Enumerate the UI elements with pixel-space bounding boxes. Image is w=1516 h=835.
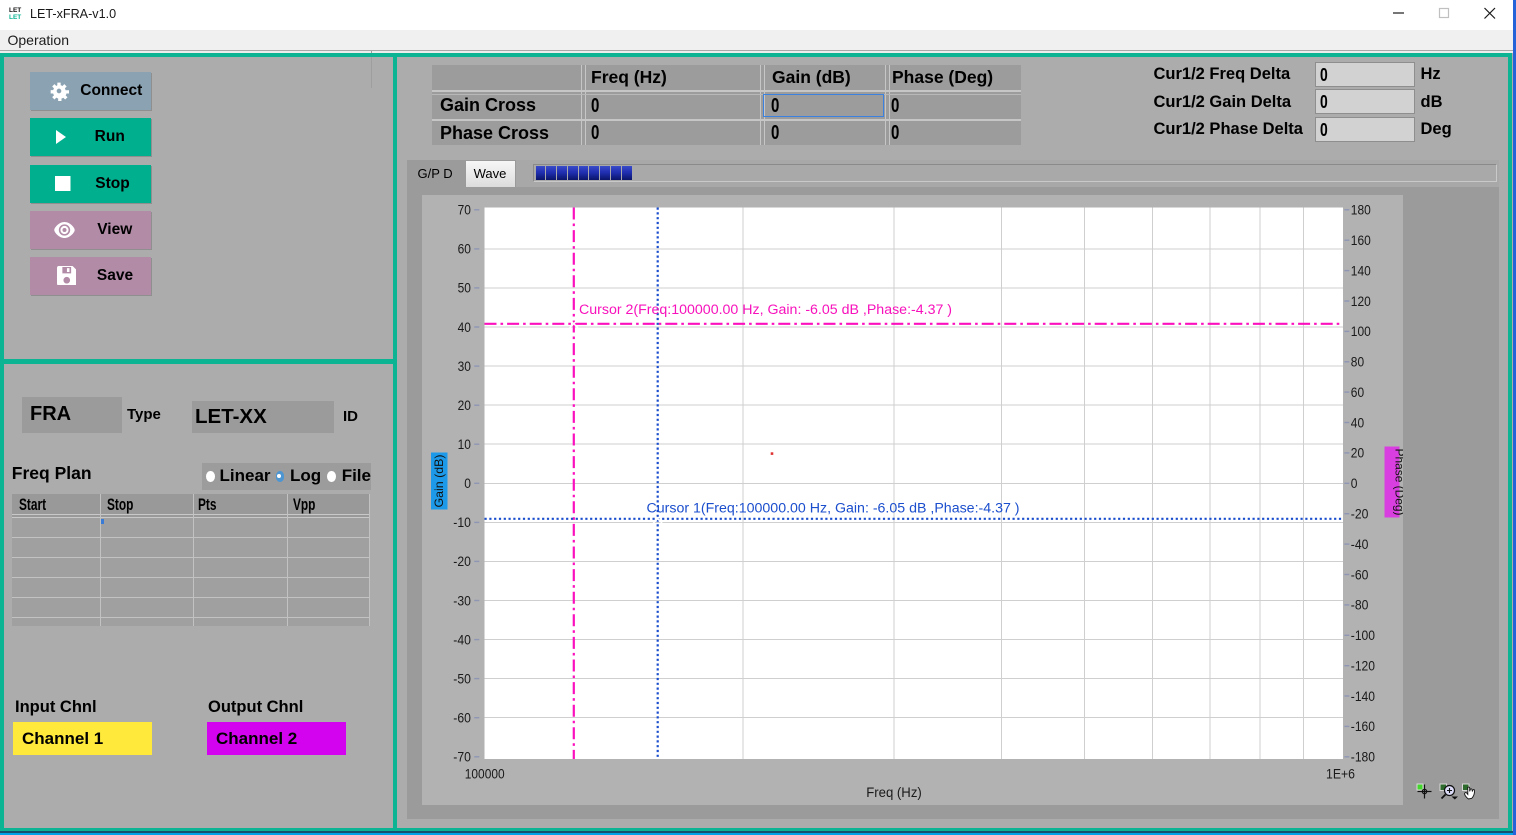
svg-text:-160: -160 (1351, 719, 1375, 734)
svg-text:Phase (Deg): Phase (Deg) (1393, 448, 1404, 515)
svg-text:-40: -40 (453, 632, 471, 647)
svg-text:80: 80 (1351, 354, 1364, 369)
svg-text:-140: -140 (1351, 688, 1375, 703)
svg-text:10: 10 (458, 437, 471, 452)
svg-text:0: 0 (1351, 476, 1358, 491)
svg-text:-70: -70 (453, 749, 471, 764)
svg-text:100000: 100000 (465, 766, 505, 781)
svg-text:-50: -50 (453, 671, 471, 686)
svg-text:40: 40 (1351, 415, 1364, 430)
svg-text:160: 160 (1351, 233, 1371, 248)
svg-text:20: 20 (458, 398, 471, 413)
svg-text:100: 100 (1351, 324, 1371, 339)
svg-text:-30: -30 (453, 593, 471, 608)
svg-text:50: 50 (458, 280, 471, 295)
svg-text:-40: -40 (1351, 536, 1369, 551)
svg-text:-80: -80 (1351, 597, 1369, 612)
svg-text:Gain (dB): Gain (dB) (432, 454, 446, 507)
svg-text:-60: -60 (1351, 567, 1369, 582)
svg-text:-120: -120 (1351, 658, 1375, 673)
svg-text:20: 20 (1351, 445, 1364, 460)
svg-text:LET: LET (9, 7, 21, 14)
svg-text:60: 60 (1351, 384, 1364, 399)
svg-text:70: 70 (458, 202, 471, 217)
svg-text:180: 180 (1351, 202, 1371, 217)
svg-text:30: 30 (458, 358, 471, 373)
svg-text:Freq (Hz): Freq (Hz) (866, 785, 922, 800)
svg-text:-10: -10 (453, 515, 471, 530)
svg-text:140: 140 (1351, 263, 1371, 278)
svg-text:40: 40 (458, 319, 471, 334)
svg-text:Cursor 2(Freq:100000.00 Hz, Ga: Cursor 2(Freq:100000.00 Hz, Gain: -6.05 … (579, 301, 952, 317)
svg-text:LET: LET (9, 14, 21, 21)
svg-text:120: 120 (1351, 293, 1371, 308)
svg-text:0: 0 (464, 476, 471, 491)
svg-text:-100: -100 (1351, 628, 1375, 643)
svg-text:60: 60 (458, 241, 471, 256)
svg-text:-180: -180 (1351, 749, 1375, 764)
svg-text:-60: -60 (453, 710, 471, 725)
svg-text:Cursor 1(Freq:100000.00 Hz, Ga: Cursor 1(Freq:100000.00 Hz, Gain: -6.05 … (647, 500, 1020, 516)
svg-text:1E+6: 1E+6 (1326, 766, 1355, 781)
svg-text:-20: -20 (1351, 506, 1369, 521)
svg-text:-20: -20 (453, 554, 471, 569)
